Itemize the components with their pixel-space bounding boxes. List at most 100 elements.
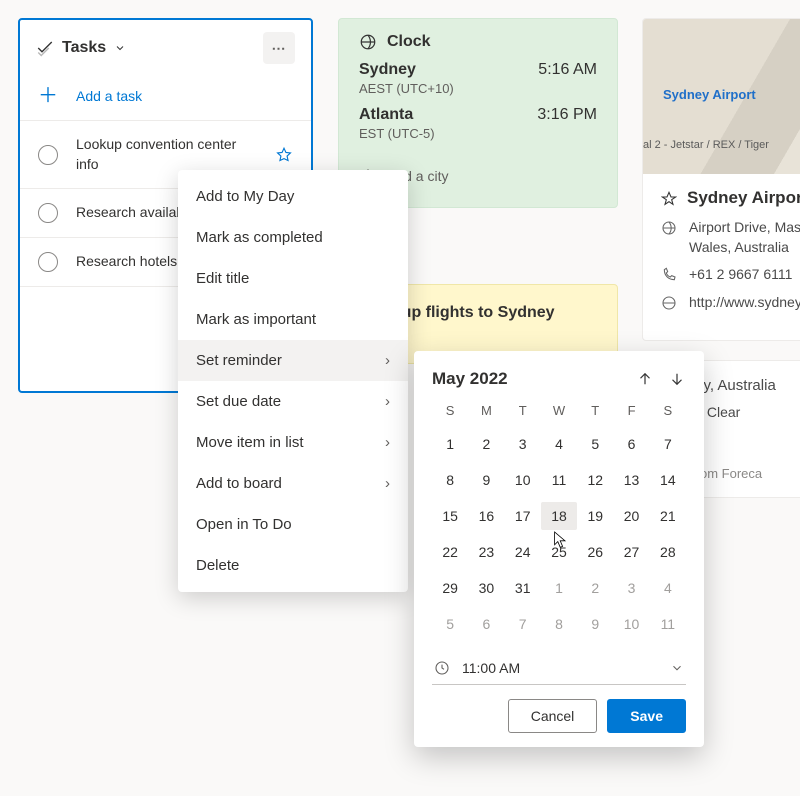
calendar-day[interactable]: 1 [541, 574, 577, 602]
clock-city-timezone: AEST (UTC+10) [359, 81, 597, 96]
task-checkbox[interactable] [38, 145, 58, 165]
calendar-day[interactable]: 22 [432, 538, 468, 566]
calendar-day[interactable]: 6 [613, 430, 649, 458]
calendar-day[interactable]: 10 [505, 466, 541, 494]
calendar-day[interactable]: 15 [432, 502, 468, 530]
context-menu-item[interactable]: Mark as completed [178, 217, 408, 258]
clock-city-name: Atlanta [359, 106, 413, 124]
context-menu-item[interactable]: Move item in list› [178, 422, 408, 463]
clock-title: Clock [387, 33, 431, 51]
calendar-day[interactable]: 23 [468, 538, 504, 566]
checkmark-icon [36, 39, 54, 57]
task-checkbox[interactable] [38, 252, 58, 272]
more-button[interactable]: ⋯ [263, 32, 295, 64]
calendar-month-title[interactable]: May 2022 [432, 369, 508, 389]
calendar-day[interactable]: 9 [577, 610, 613, 638]
calendar-day[interactable]: 8 [432, 466, 468, 494]
context-menu-item[interactable]: Add to board› [178, 463, 408, 504]
arrow-up-icon[interactable] [636, 370, 654, 388]
context-menu-item[interactable]: Delete [178, 545, 408, 586]
map-title: Sydney Airport [687, 188, 800, 208]
map-url-row[interactable]: http://www.sydneyairport.com.au [661, 293, 800, 313]
calendar-day[interactable]: 27 [613, 538, 649, 566]
context-menu-item[interactable]: Set due date › [178, 381, 408, 422]
calendar-dow: W [541, 399, 577, 422]
cancel-button[interactable]: Cancel [508, 699, 598, 733]
calendar-day[interactable]: 16 [468, 502, 504, 530]
calendar-day[interactable]: 31 [505, 574, 541, 602]
context-menu-item[interactable]: Add to My Day [178, 176, 408, 217]
calendar-day[interactable]: 21 [650, 502, 686, 530]
context-menu-item[interactable]: Open in To Do [178, 504, 408, 545]
context-menu-item[interactable]: Set reminder › [178, 340, 408, 381]
globe-icon [661, 220, 677, 236]
clock-city-row: Atlanta3:16 PMEST (UTC-5) [359, 106, 597, 141]
calendar-day[interactable]: 9 [468, 466, 504, 494]
arrow-down-icon[interactable] [668, 370, 686, 388]
save-label: Save [630, 708, 663, 724]
task-checkbox[interactable] [38, 203, 58, 223]
context-menu-label: Add to My Day [196, 188, 294, 205]
chevron-down-icon [670, 661, 684, 675]
calendar-day[interactable]: 1 [432, 430, 468, 458]
context-menu-item[interactable]: Mark as important [178, 299, 408, 340]
add-task-button[interactable]: ＋ Add a task [20, 72, 311, 121]
calendar-dow: T [505, 399, 541, 422]
tasks-title-button[interactable]: Tasks [36, 39, 126, 57]
calendar-day[interactable]: 11 [541, 466, 577, 494]
clock-city-name: Sydney [359, 61, 416, 79]
context-menu-item[interactable]: Edit title [178, 258, 408, 299]
calendar-day[interactable]: 12 [577, 466, 613, 494]
map-phone-row[interactable]: +61 2 9667 6111 [661, 265, 800, 285]
calendar-day[interactable]: 5 [432, 610, 468, 638]
calendar-day[interactable]: 20 [613, 502, 649, 530]
map-phone: +61 2 9667 6111 [689, 265, 792, 285]
map-address-row: Airport Drive, Mascot, New South Wales, … [661, 218, 800, 257]
calendar-day[interactable]: 25 [541, 538, 577, 566]
save-button[interactable]: Save [607, 699, 686, 733]
map-label-terminal2: al 2 - Jetstar / REX / Tiger [643, 139, 769, 151]
calendar-day[interactable]: 10 [613, 610, 649, 638]
calendar-day[interactable]: 4 [541, 430, 577, 458]
calendar-day[interactable]: 17 [505, 502, 541, 530]
chevron-right-icon: › [385, 434, 390, 451]
calendar-day[interactable]: 29 [432, 574, 468, 602]
calendar-day[interactable]: 2 [468, 430, 504, 458]
chevron-down-icon [114, 42, 126, 54]
map-address: Airport Drive, Mascot, New South Wales, … [689, 218, 800, 257]
context-menu-label: Set due date [196, 393, 281, 410]
calendar-day[interactable]: 3 [613, 574, 649, 602]
context-menu-label: Set reminder [196, 352, 282, 369]
calendar-dow: F [613, 399, 649, 422]
calendar-day[interactable]: 6 [468, 610, 504, 638]
calendar-day[interactable]: 8 [541, 610, 577, 638]
calendar-day[interactable]: 14 [650, 466, 686, 494]
calendar-day[interactable]: 5 [577, 430, 613, 458]
context-menu-label: Open in To Do [196, 516, 292, 533]
globe-clock-icon [359, 33, 377, 51]
calendar-day[interactable]: 18 [541, 502, 577, 530]
calendar-day[interactable]: 26 [577, 538, 613, 566]
map-label-airport: Sydney Airport [663, 87, 756, 102]
calendar-day[interactable]: 24 [505, 538, 541, 566]
calendar-day[interactable]: 7 [505, 610, 541, 638]
chevron-right-icon: › [385, 393, 390, 410]
map-image[interactable]: Terminal 1 Qantas Sydney Airport al 2 - … [643, 19, 800, 174]
chevron-right-icon: › [385, 352, 390, 369]
calendar-day[interactable]: 13 [613, 466, 649, 494]
calendar-day[interactable]: 11 [650, 610, 686, 638]
calendar-dow: M [468, 399, 504, 422]
context-menu-label: Edit title [196, 270, 249, 287]
clock-city-timezone: EST (UTC-5) [359, 126, 597, 141]
calendar-day[interactable]: 2 [577, 574, 613, 602]
star-icon[interactable] [275, 146, 293, 164]
reminder-time-input[interactable]: 11:00 AM [432, 654, 686, 685]
calendar-day[interactable]: 30 [468, 574, 504, 602]
calendar-day[interactable]: 4 [650, 574, 686, 602]
calendar-day[interactable]: 19 [577, 502, 613, 530]
context-menu-label: Add to board [196, 475, 282, 492]
calendar-day[interactable]: 28 [650, 538, 686, 566]
phone-icon [661, 267, 677, 283]
calendar-day[interactable]: 7 [650, 430, 686, 458]
calendar-day[interactable]: 3 [505, 430, 541, 458]
